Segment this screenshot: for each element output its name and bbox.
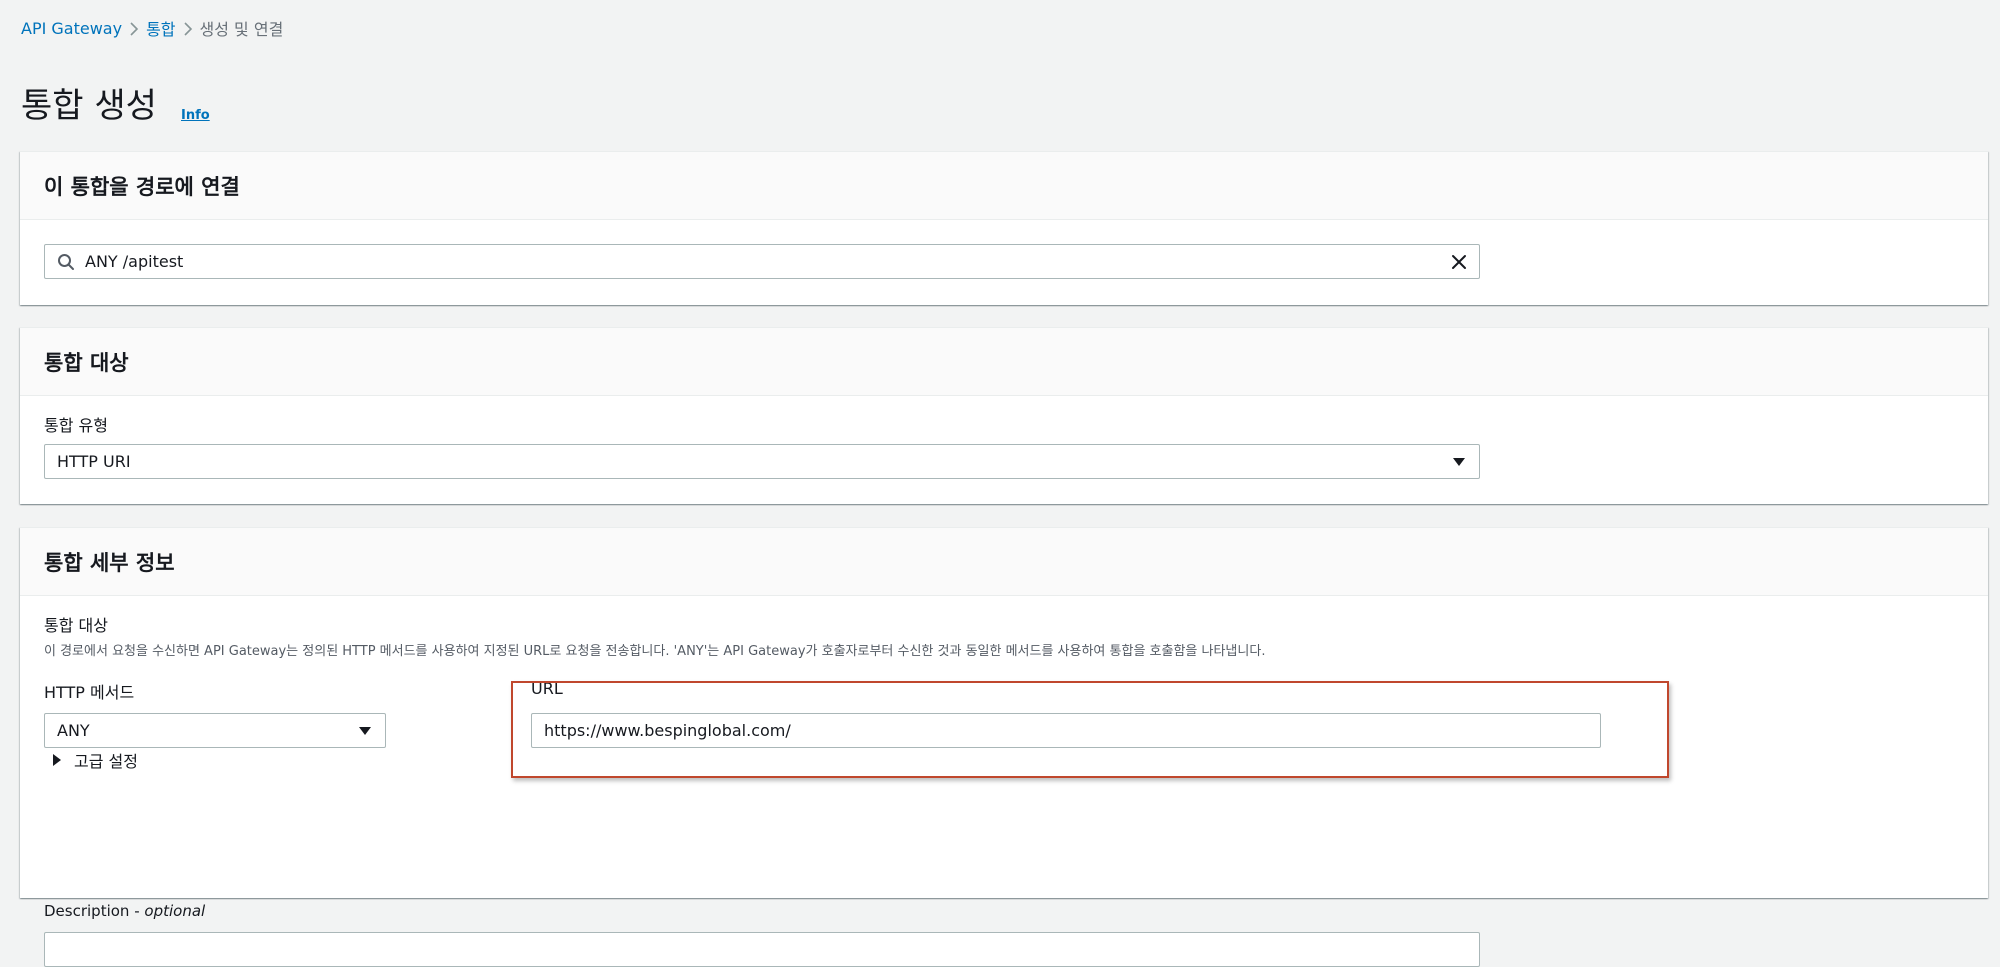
integration-target-label: 통합 대상: [44, 616, 108, 635]
expand-caret-icon: [52, 754, 74, 766]
info-link[interactable]: Info: [181, 108, 210, 123]
http-method-value: ANY: [57, 721, 90, 740]
route-panel: 이 통합을 경로에 연결 ANY /apitest: [20, 151, 1988, 305]
breadcrumb-current: 생성 및 연결: [199, 20, 284, 39]
clear-icon[interactable]: [1439, 253, 1479, 271]
integration-type-select[interactable]: HTTP URI: [44, 444, 1480, 479]
chevron-right-icon: [176, 19, 200, 38]
details-panel-title: 통합 세부 정보: [20, 528, 1988, 596]
dropdown-caret-icon: [1439, 457, 1479, 467]
url-highlight-frame: [511, 681, 1669, 778]
chevron-right-icon: [122, 19, 146, 38]
page-title: 통합 생성: [21, 86, 157, 126]
http-method-label: HTTP 메서드: [44, 683, 135, 702]
dropdown-caret-icon: [345, 726, 385, 736]
http-method-select[interactable]: ANY: [44, 713, 386, 748]
route-search-value: ANY /apitest: [85, 252, 184, 271]
integration-type-value: HTTP URI: [57, 452, 131, 471]
target-panel-title: 통합 대상: [20, 328, 1988, 396]
advanced-settings-label: 고급 설정: [74, 752, 138, 771]
description-label: Description - optional: [44, 902, 205, 920]
description-optional: optional: [144, 902, 206, 920]
breadcrumb: API Gateway 통합 생성 및 연결: [21, 16, 283, 40]
breadcrumb-api-gateway[interactable]: API Gateway: [21, 19, 122, 38]
search-icon: [45, 253, 79, 271]
route-panel-title: 이 통합을 경로에 연결: [20, 152, 1988, 220]
target-panel: 통합 대상 통합 유형 HTTP URI: [20, 327, 1988, 504]
description-label-sep: -: [129, 902, 145, 920]
description-input[interactable]: [44, 932, 1480, 967]
integration-type-label: 통합 유형: [44, 416, 108, 435]
breadcrumb-integrations[interactable]: 통합: [146, 16, 175, 40]
integration-target-description: 이 경로에서 요청을 수신하면 API Gateway는 정의된 HTTP 메서…: [44, 644, 1266, 659]
advanced-settings-toggle[interactable]: 고급 설정: [52, 748, 138, 772]
route-search-input[interactable]: ANY /apitest: [44, 244, 1480, 279]
description-label-text: Description: [44, 902, 130, 920]
